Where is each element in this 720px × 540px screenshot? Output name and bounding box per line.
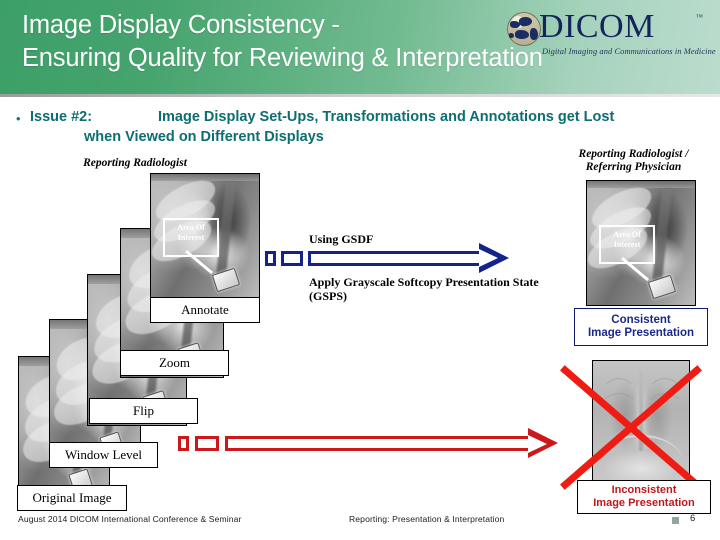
aoi-label-line2: Interest: [613, 240, 641, 249]
step-label: Flip: [133, 403, 154, 418]
arrow-dash-small: [265, 251, 276, 266]
xray-consistent-result: Area Of Interest: [586, 180, 696, 306]
inconsistent-label-line2: Image Presentation: [593, 497, 695, 509]
step-label: Zoom: [158, 355, 191, 370]
arrow-head-inner: [528, 434, 547, 453]
consistent-label-line2: Image Presentation: [587, 327, 695, 339]
step-plate-zoom: Zoom: [120, 350, 229, 376]
trademark-symbol: ™: [696, 13, 703, 21]
area-of-interest-box: Area Of Interest: [599, 225, 655, 264]
step-plate-flip: Flip: [89, 398, 198, 424]
right-caption-line2: Referring Physician: [585, 161, 682, 173]
arrow-dash-small: [178, 436, 189, 451]
step-label: Original Image: [32, 490, 112, 505]
slide: Image Display Consistency - Ensuring Qua…: [0, 0, 720, 540]
slide-footer: August 2014 DICOM International Conferen…: [0, 512, 720, 540]
area-of-interest-box: Area Of Interest: [163, 218, 219, 257]
inconsistent-result-plate: Inconsistent Image Presentation: [577, 480, 711, 514]
gsdf-arrow-bottom-label-line2: (GSPS): [309, 289, 348, 303]
step-plate-annotate: Annotate: [150, 297, 260, 323]
issue-label: Issue #2:: [30, 109, 93, 125]
page-title-line2: Ensuring Quality for Reviewing & Interpr…: [22, 44, 543, 72]
gsdf-arrow-bottom-label-line1: Apply Grayscale Softcopy Presentation St…: [309, 275, 539, 289]
issue-text-line2: when Viewed on Different Displays: [84, 129, 324, 145]
arrow-head-inner: [479, 249, 498, 267]
arrow-dash-medium: [195, 436, 219, 451]
dicom-logo: DICOM ™ Digital Imaging and Communicatio…: [503, 8, 716, 61]
step-plate-window-level: Window Level: [49, 442, 158, 468]
step-label: Window Level: [64, 447, 143, 462]
dicom-logo-tagline: Digital Imaging and Communications in Me…: [542, 47, 716, 56]
page-title: Image Display Consistency - Ensuring Qua…: [22, 9, 543, 75]
step-plate-original-image: Original Image: [17, 485, 127, 511]
arrow-shaft: [225, 436, 532, 451]
arrow-shaft: [308, 251, 483, 266]
right-panel-caption: Reporting Radiologist / Referring Physic…: [551, 148, 716, 174]
footer-left-text: August 2014 DICOM International Conferen…: [18, 514, 242, 524]
step-label: Annotate: [181, 302, 229, 317]
aoi-label-line1: Area Of: [177, 223, 205, 232]
gsdf-arrow-group: [265, 243, 520, 274]
globe-icon: [507, 12, 541, 46]
bullet-icon: •: [16, 111, 21, 126]
inconsistent-label-line1: Inconsistent: [611, 484, 677, 497]
consistent-result-plate: Consistent Image Presentation: [574, 308, 708, 346]
footer-center-text: Reporting: Presentation & Interpretation: [349, 514, 505, 524]
aoi-label-line2: Interest: [177, 233, 205, 242]
left-panel-caption: Reporting Radiologist: [83, 157, 187, 169]
aoi-label-line1: Area Of: [613, 230, 641, 239]
dicom-logo-wordmark: DICOM: [539, 8, 655, 45]
issue-text-line1: Image Display Set-Ups, Transformations a…: [158, 109, 615, 125]
inconsistent-arrow-group: [178, 428, 588, 460]
consistent-label-line1: Consistent: [611, 313, 671, 326]
footer-marker-icon: [672, 517, 679, 524]
xray-annotated: Area Of Interest: [150, 173, 260, 299]
slide-header: Image Display Consistency - Ensuring Qua…: [0, 0, 720, 97]
page-title-line1: Image Display Consistency -: [22, 11, 340, 39]
gsdf-arrow-top-label: Using GSDF: [309, 232, 374, 246]
arrow-dash-medium: [281, 251, 303, 266]
footer-page-number: 6: [690, 513, 696, 524]
right-caption-line1: Reporting Radiologist /: [578, 148, 689, 160]
